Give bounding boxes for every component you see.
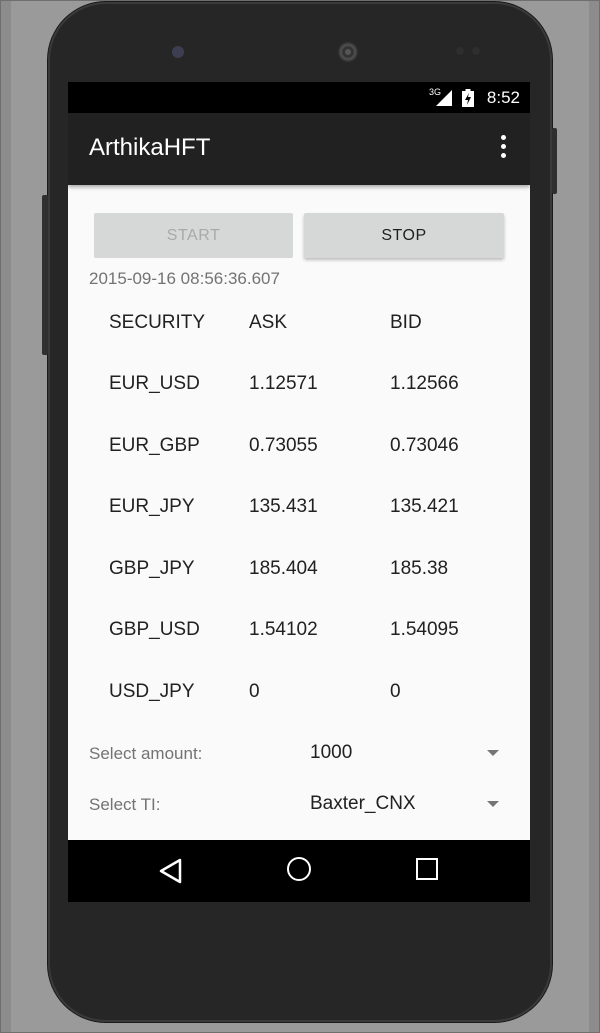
home-circle-icon[interactable] [287, 857, 311, 881]
header-security: SECURITY [109, 312, 206, 333]
header-bid: BID [390, 312, 422, 333]
more-vert-icon[interactable] [500, 135, 508, 161]
row-security: EUR_USD [109, 373, 200, 394]
signal-icon [436, 90, 452, 106]
row-bid: 0.73046 [390, 435, 459, 456]
row-ask: 0 [249, 681, 260, 702]
volume-button [42, 195, 48, 355]
light-sensor-icon [472, 47, 480, 55]
row-ask: 185.404 [249, 558, 318, 579]
row-security: EUR_JPY [109, 496, 195, 517]
row-security: GBP_JPY [109, 558, 195, 579]
back-triangle-icon[interactable] [158, 858, 184, 884]
row-ask: 1.12571 [249, 373, 318, 394]
front-camera-icon [172, 46, 184, 58]
row-ask: 1.54102 [249, 619, 318, 640]
amount-spinner[interactable]: 1000 [310, 742, 352, 764]
row-bid: 0 [390, 681, 401, 702]
row-bid: 135.421 [390, 496, 459, 517]
amount-dropdown-arrow-icon[interactable] [487, 750, 499, 756]
row-bid: 1.54095 [390, 619, 459, 640]
proximity-sensor-icon [456, 47, 464, 55]
row-security: EUR_GBP [109, 435, 200, 456]
battery-charging-icon [462, 89, 474, 107]
status-bar: 3G 8:52 [68, 82, 530, 113]
row-bid: 1.12566 [390, 373, 459, 394]
earpiece-speaker-icon [338, 42, 358, 62]
stop-button[interactable]: STOP [304, 213, 504, 258]
row-security: USD_JPY [109, 681, 195, 702]
app-bar: ArthikaHFT [68, 113, 530, 185]
ti-spinner[interactable]: Baxter_CNX [310, 793, 416, 815]
amount-label: Select amount: [89, 744, 203, 763]
row-bid: 185.38 [390, 558, 449, 579]
row-ask: 0.73055 [249, 435, 318, 456]
device-screen: 3G 8:52 ArthikaHFT START STOP 2015-09-16… [68, 82, 530, 902]
ti-label: Select TI: [89, 795, 161, 814]
row-security: GBP_USD [109, 619, 200, 640]
navigation-bar [68, 840, 530, 902]
last-update-timestamp: 2015-09-16 08:56:36.607 [89, 269, 280, 288]
ti-dropdown-arrow-icon[interactable] [487, 801, 499, 807]
power-button [552, 128, 557, 194]
start-button[interactable]: START [94, 213, 293, 258]
status-time: 8:52 [486, 88, 520, 107]
header-ask: ASK [249, 312, 288, 333]
app-title: ArthikaHFT [89, 134, 211, 161]
row-ask: 135.431 [249, 496, 318, 517]
recents-square-icon[interactable] [416, 858, 438, 880]
